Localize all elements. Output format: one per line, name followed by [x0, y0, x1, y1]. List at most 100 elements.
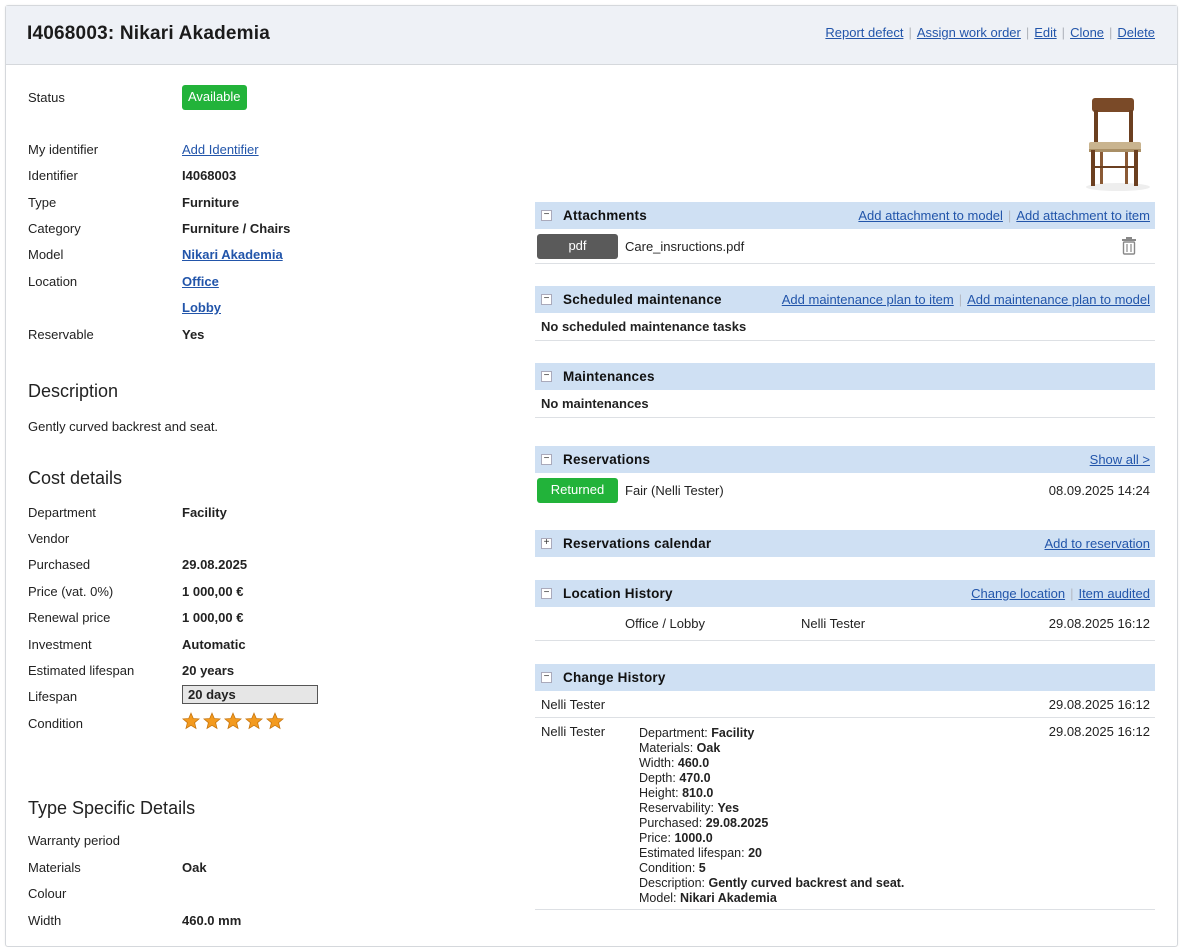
change-entry: Price: 1000.0 [639, 831, 904, 846]
add-plan-item-link[interactable]: Add maintenance plan to item [782, 292, 954, 307]
change-key: Price: [639, 831, 675, 845]
change-value: Yes [717, 801, 740, 815]
identifier-label: Identifier [28, 168, 78, 183]
header-actions: Report defect | Assign work order | Edit | Clo… [825, 25, 1155, 40]
add-to-reservation-link[interactable]: Add to reservation [1044, 536, 1150, 551]
reservations-header: − Reservations Show all > [535, 446, 1155, 473]
reservations-calendar-header: + Reservations calendar Add to reservati… [535, 530, 1155, 557]
divider [535, 640, 1155, 641]
change-entry: Condition: 5 [639, 861, 904, 876]
change-value: Gently curved backrest and seat. [708, 876, 905, 890]
trash-icon[interactable] [1121, 237, 1137, 255]
materials-label: Materials [28, 860, 81, 875]
location-history-title: Location History [563, 586, 673, 601]
reservable-value: Yes [182, 327, 205, 342]
scheduled-maintenance-title: Scheduled maintenance [563, 292, 722, 307]
location-history-place: Office / Lobby [625, 616, 705, 631]
reservation-name[interactable]: Fair (Nelli Tester) [625, 483, 724, 498]
identifier-value: I4068003 [182, 168, 237, 183]
item-audited-link[interactable]: Item audited [1078, 586, 1150, 601]
assign-work-order-link[interactable]: Assign work order [917, 25, 1021, 40]
est-lifespan-label: Estimated lifespan [28, 663, 135, 678]
change-key: Department: [639, 726, 712, 740]
location-history-date: 29.08.2025 16:12 [1048, 616, 1150, 631]
collapse-icon[interactable]: − [541, 454, 552, 465]
change-key: Height: [639, 786, 683, 800]
star-icon[interactable] [203, 712, 221, 730]
department-value: Facility [182, 505, 227, 520]
location-lobby-link[interactable]: Lobby [182, 300, 221, 315]
collapse-icon[interactable]: − [541, 371, 552, 382]
collapse-icon[interactable]: − [541, 672, 552, 683]
page-header: I4068003: Nikari Akademia Report defect |… [6, 6, 1177, 65]
edit-link[interactable]: Edit [1034, 25, 1056, 40]
type-specific-heading: Type Specific Details [28, 798, 196, 818]
renewal-value: 1 000,00 € [182, 610, 244, 625]
add-plan-model-link[interactable]: Add maintenance plan to model [967, 292, 1150, 307]
star-icon[interactable] [224, 712, 242, 730]
investment-label: Investment [28, 637, 92, 652]
star-icon[interactable] [245, 712, 263, 730]
add-identifier-link[interactable]: Add Identifier [182, 142, 259, 157]
location-office-link[interactable]: Office [182, 274, 219, 289]
price-label: Price (vat. 0%) [28, 584, 114, 599]
colour-label: Colour [28, 886, 67, 901]
returned-badge[interactable]: Returned [537, 478, 618, 503]
description-heading: Description [28, 381, 119, 401]
department-label: Department [28, 505, 96, 520]
change-key: Estimated lifespan: [639, 846, 749, 860]
description-text: Gently curved backrest and seat. [28, 419, 219, 434]
change-entry: Model: Nikari Akademia [639, 891, 904, 906]
change-value: 1000.0 [674, 831, 713, 845]
change-entry: Materials: Oak [639, 741, 904, 756]
reservable-label: Reservable [28, 327, 94, 342]
clone-link[interactable]: Clone [1070, 25, 1104, 40]
change-key: Materials: [639, 741, 697, 755]
change-key: Model: [639, 891, 680, 905]
change-value: 810.0 [682, 786, 714, 800]
location-history-user: Nelli Tester [801, 616, 866, 631]
star-icon[interactable] [182, 712, 200, 730]
pdf-badge[interactable]: pdf [537, 234, 618, 259]
condition-label: Condition [28, 716, 83, 731]
status-badge: Available [182, 85, 247, 110]
change-user: Nelli Tester [541, 697, 606, 712]
report-defect-link[interactable]: Report defect [825, 25, 903, 40]
investment-value: Automatic [182, 637, 246, 652]
maintenances-header: − Maintenances [535, 363, 1155, 390]
collapse-icon[interactable]: − [541, 588, 552, 599]
change-value: 470.0 [679, 771, 711, 785]
show-all-link[interactable]: Show all > [1090, 452, 1150, 467]
width-value: 460.0 mm [182, 913, 242, 928]
no-maintenances-text: No maintenances [541, 396, 649, 411]
add-attachment-model-link[interactable]: Add attachment to model [858, 208, 1003, 223]
star-icon[interactable] [266, 712, 284, 730]
add-attachment-item-link[interactable]: Add attachment to item [1016, 208, 1150, 223]
divider [535, 263, 1155, 264]
price-value: 1 000,00 € [182, 584, 244, 599]
width-label: Width [28, 913, 62, 928]
expand-icon[interactable]: + [541, 538, 552, 549]
change-value: 5 [698, 861, 706, 875]
reservations-title: Reservations [563, 452, 651, 467]
my-identifier-label: My identifier [28, 142, 99, 157]
collapse-icon[interactable]: − [541, 210, 552, 221]
attachment-filename[interactable]: Care_insructions.pdf [625, 239, 744, 254]
lifespan-field: 20 days [182, 685, 318, 704]
change-key: Depth: [639, 771, 680, 785]
category-label: Category [28, 221, 81, 236]
change-entry: Reservability: Yes [639, 801, 904, 816]
change-location-link[interactable]: Change location [971, 586, 1065, 601]
divider [535, 717, 1155, 718]
change-value: Oak [696, 741, 721, 755]
delete-link[interactable]: Delete [1117, 25, 1155, 40]
change-key: Reservability: [639, 801, 718, 815]
model-link[interactable]: Nikari Akademia [182, 247, 283, 262]
change-value: 460.0 [677, 756, 710, 770]
change-date: 29.08.2025 16:12 [1048, 697, 1150, 712]
collapse-icon[interactable]: − [541, 294, 552, 305]
condition-stars [182, 712, 284, 730]
change-value: 20 [748, 846, 762, 860]
location-history-header: − Location History Change location | Item … [535, 580, 1155, 607]
change-entry: Height: 810.0 [639, 786, 904, 801]
